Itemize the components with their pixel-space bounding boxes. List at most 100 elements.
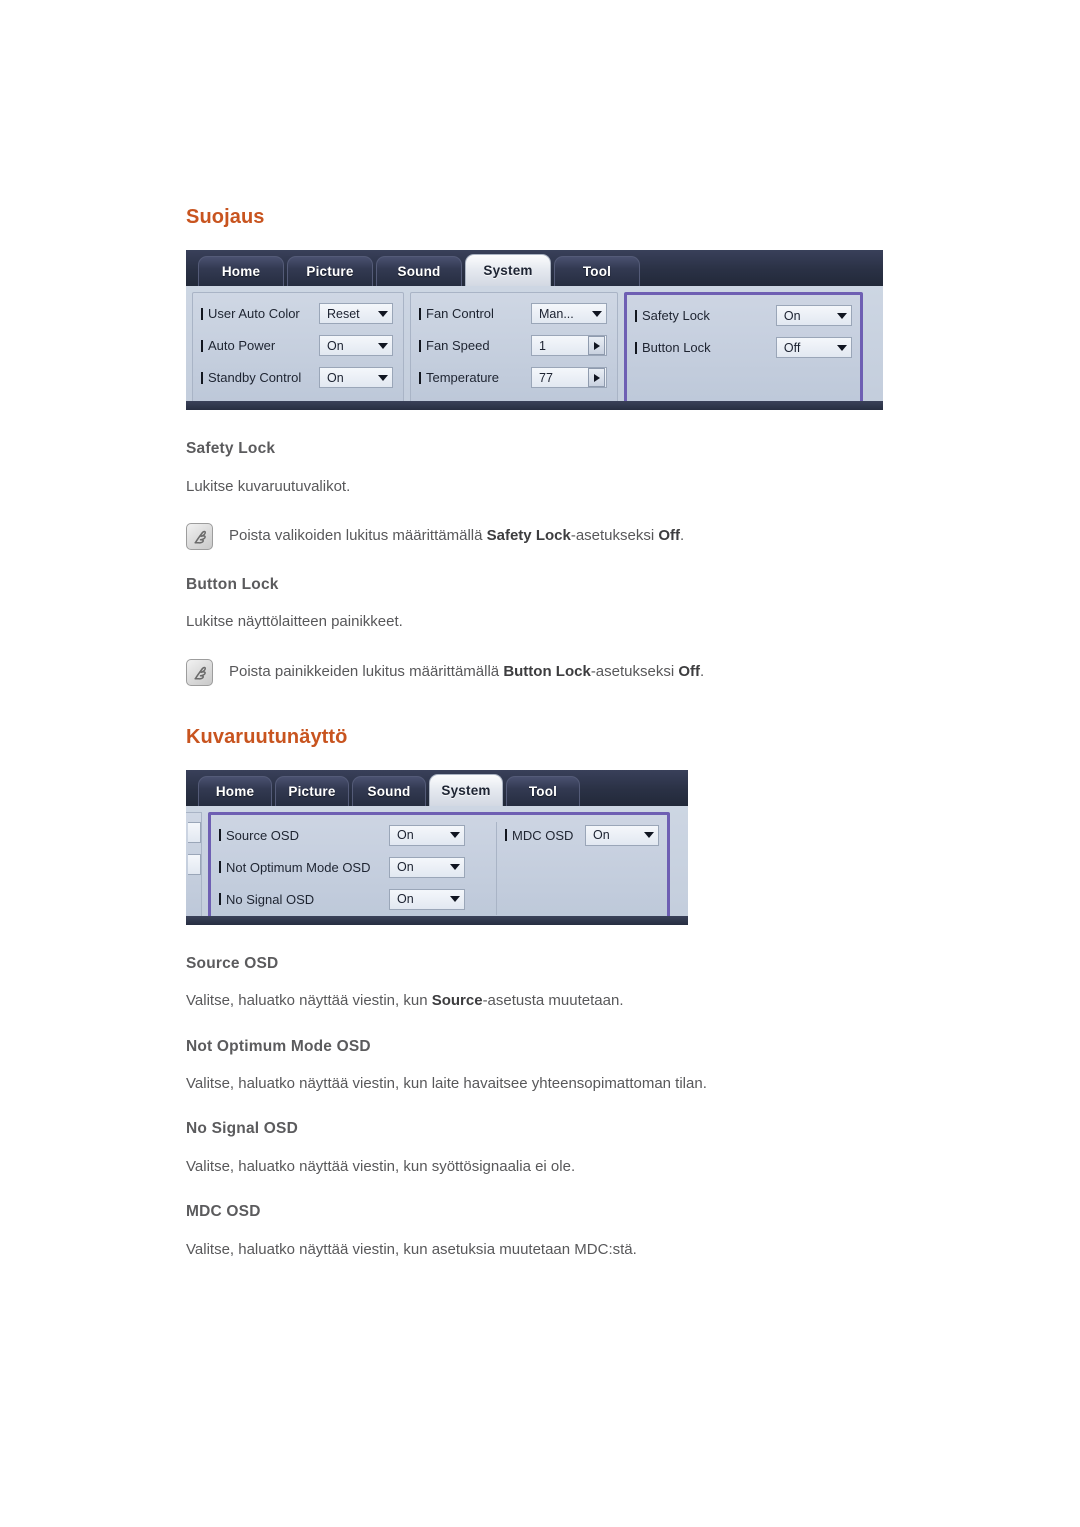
spinner-fan-speed[interactable]: 1 bbox=[531, 335, 607, 356]
chevron-down-icon bbox=[378, 374, 388, 381]
chevron-down-icon bbox=[837, 344, 847, 351]
group-osd-right: MDC OSD On bbox=[505, 822, 659, 915]
dropdown-fan-control[interactable]: Man... bbox=[531, 303, 607, 324]
label-no-signal-osd: No Signal OSD bbox=[219, 892, 389, 907]
group-general-settings: User Auto Color Reset Auto Power On Stan… bbox=[192, 292, 404, 410]
mdc-status-bar bbox=[186, 401, 883, 410]
label-button-lock: Button Lock bbox=[635, 340, 776, 355]
label-mdc-osd: MDC OSD bbox=[505, 828, 585, 843]
row-safety-lock: Safety Lock On bbox=[635, 302, 852, 329]
dropdown-user-auto-color[interactable]: Reset bbox=[319, 303, 393, 324]
body-not-optimum-mode-osd: Valitse, haluatko näyttää viestin, kun l… bbox=[186, 1075, 707, 1093]
mdc-system-osd-screenshot: Home Picture Sound System Tool Source OS… bbox=[186, 769, 688, 925]
mdc-system-security-screenshot: Home Picture Sound System Tool User Auto… bbox=[186, 250, 883, 410]
mdc-settings-body: Source OSD On Not Optimum Mode OSD On No… bbox=[186, 805, 688, 925]
chevron-down-icon bbox=[378, 310, 388, 317]
mdc-tab-bar: Home Picture Sound System Tool bbox=[186, 250, 883, 286]
dropdown-no-signal-osd[interactable]: On bbox=[389, 888, 465, 910]
row-not-optimum-mode-osd: Not Optimum Mode OSD On bbox=[219, 854, 494, 881]
dropdown-not-optimum-mode-osd[interactable]: On bbox=[389, 856, 465, 878]
bullet-icon bbox=[201, 339, 203, 352]
group-divider bbox=[496, 821, 497, 915]
heading-safety-lock: Safety Lock bbox=[186, 440, 276, 457]
tab-tool[interactable]: Tool bbox=[506, 775, 580, 806]
dropdown-standby-control[interactable]: On bbox=[319, 367, 393, 388]
dropdown-button-lock[interactable]: Off bbox=[775, 337, 852, 358]
bullet-icon bbox=[419, 339, 421, 352]
spinner-temperature[interactable]: 77 bbox=[531, 367, 607, 388]
tab-system[interactable]: System bbox=[429, 773, 503, 806]
row-fan-speed: Fan Speed 1 bbox=[419, 332, 609, 359]
row-temperature: Temperature 77 bbox=[419, 364, 609, 391]
tab-system[interactable]: System bbox=[465, 254, 551, 286]
tab-tool[interactable]: Tool bbox=[554, 256, 640, 286]
page-content: Suojaus Home Picture Sound System Tool U… bbox=[186, 206, 946, 1260]
row-mdc-osd: MDC OSD On bbox=[505, 822, 659, 849]
partial-field bbox=[188, 853, 201, 875]
label-standby-control: Standby Control bbox=[201, 370, 319, 385]
label-safety-lock: Safety Lock bbox=[635, 308, 776, 323]
page-title-suojaus: Suojaus bbox=[186, 206, 265, 228]
chevron-down-icon bbox=[450, 832, 460, 839]
chevron-right-icon bbox=[593, 341, 600, 350]
heading-button-lock: Button Lock bbox=[186, 575, 279, 593]
chevron-down-icon bbox=[450, 896, 460, 903]
group-osd-highlighted: Source OSD On Not Optimum Mode OSD On No… bbox=[208, 811, 670, 925]
dropdown-mdc-osd[interactable]: On bbox=[585, 824, 659, 846]
tab-home[interactable]: Home bbox=[198, 256, 284, 286]
mdc-tab-bar: Home Picture Sound System Tool bbox=[186, 769, 688, 806]
dropdown-auto-power[interactable]: On bbox=[319, 335, 393, 356]
bullet-icon bbox=[635, 309, 637, 322]
tab-picture[interactable]: Picture bbox=[287, 256, 373, 286]
row-source-osd: Source OSD On bbox=[219, 822, 494, 849]
chevron-down-icon bbox=[837, 312, 847, 319]
body-button-lock: Lukitse näyttölaitteen painikkeet. bbox=[186, 613, 403, 631]
chevron-down-icon bbox=[592, 310, 602, 317]
heading-source-osd: Source OSD bbox=[186, 954, 279, 972]
spinner-increment-button[interactable] bbox=[588, 336, 605, 355]
note-pencil-icon bbox=[186, 522, 213, 550]
chevron-down-icon bbox=[644, 832, 654, 839]
mdc-status-bar bbox=[186, 915, 688, 925]
bullet-icon bbox=[219, 829, 221, 842]
dropdown-safety-lock[interactable]: On bbox=[775, 305, 852, 326]
bullet-icon bbox=[219, 861, 221, 874]
group-osd-left: Source OSD On Not Optimum Mode OSD On No… bbox=[219, 822, 494, 915]
chevron-down-icon bbox=[450, 864, 460, 871]
label-fan-control: Fan Control bbox=[419, 306, 531, 321]
bullet-icon bbox=[419, 371, 421, 384]
body-no-signal-osd: Valitse, haluatko näyttää viestin, kun s… bbox=[186, 1157, 576, 1175]
tab-home[interactable]: Home bbox=[198, 775, 272, 806]
page-title-kuvaruutunaytto: Kuvaruutunäyttö bbox=[186, 725, 348, 748]
dropdown-source-osd[interactable]: On bbox=[389, 824, 465, 846]
bullet-icon bbox=[219, 893, 221, 906]
partial-settings-column bbox=[186, 811, 202, 925]
bullet-icon bbox=[419, 307, 421, 320]
mdc-settings-body: User Auto Color Reset Auto Power On Stan… bbox=[186, 286, 883, 410]
row-no-signal-osd: No Signal OSD On bbox=[219, 886, 494, 913]
bullet-icon bbox=[505, 829, 507, 842]
bullet-icon bbox=[201, 371, 203, 384]
chevron-right-icon bbox=[593, 373, 600, 382]
row-user-auto-color: User Auto Color Reset bbox=[201, 300, 395, 327]
label-auto-power: Auto Power bbox=[201, 338, 319, 353]
body-source-osd: Valitse, haluatko näyttää viestin, kun S… bbox=[186, 992, 624, 1010]
row-fan-control: Fan Control Man... bbox=[419, 300, 609, 327]
row-standby-control: Standby Control On bbox=[201, 364, 395, 391]
tab-picture[interactable]: Picture bbox=[275, 775, 349, 806]
bullet-icon bbox=[201, 307, 203, 320]
tab-sound[interactable]: Sound bbox=[376, 256, 462, 286]
tab-sound[interactable]: Sound bbox=[352, 775, 426, 806]
label-source-osd: Source OSD bbox=[219, 828, 389, 843]
body-mdc-osd: Valitse, haluatko näyttää viestin, kun a… bbox=[186, 1240, 637, 1258]
note-safety-lock: Poista valikoiden lukitus määrittämällä … bbox=[186, 522, 946, 550]
chevron-down-icon bbox=[378, 342, 388, 349]
row-button-lock: Button Lock Off bbox=[635, 334, 852, 361]
note-button-lock: Poista painikkeiden lukitus määrittämäll… bbox=[186, 658, 946, 686]
group-fan-temperature: Fan Control Man... Fan Speed 1 Temperatu… bbox=[410, 292, 618, 410]
row-auto-power: Auto Power On bbox=[201, 332, 395, 359]
spinner-increment-button[interactable] bbox=[588, 368, 605, 387]
label-temperature: Temperature bbox=[419, 370, 531, 385]
bullet-icon bbox=[635, 341, 637, 354]
partial-field bbox=[188, 821, 201, 843]
